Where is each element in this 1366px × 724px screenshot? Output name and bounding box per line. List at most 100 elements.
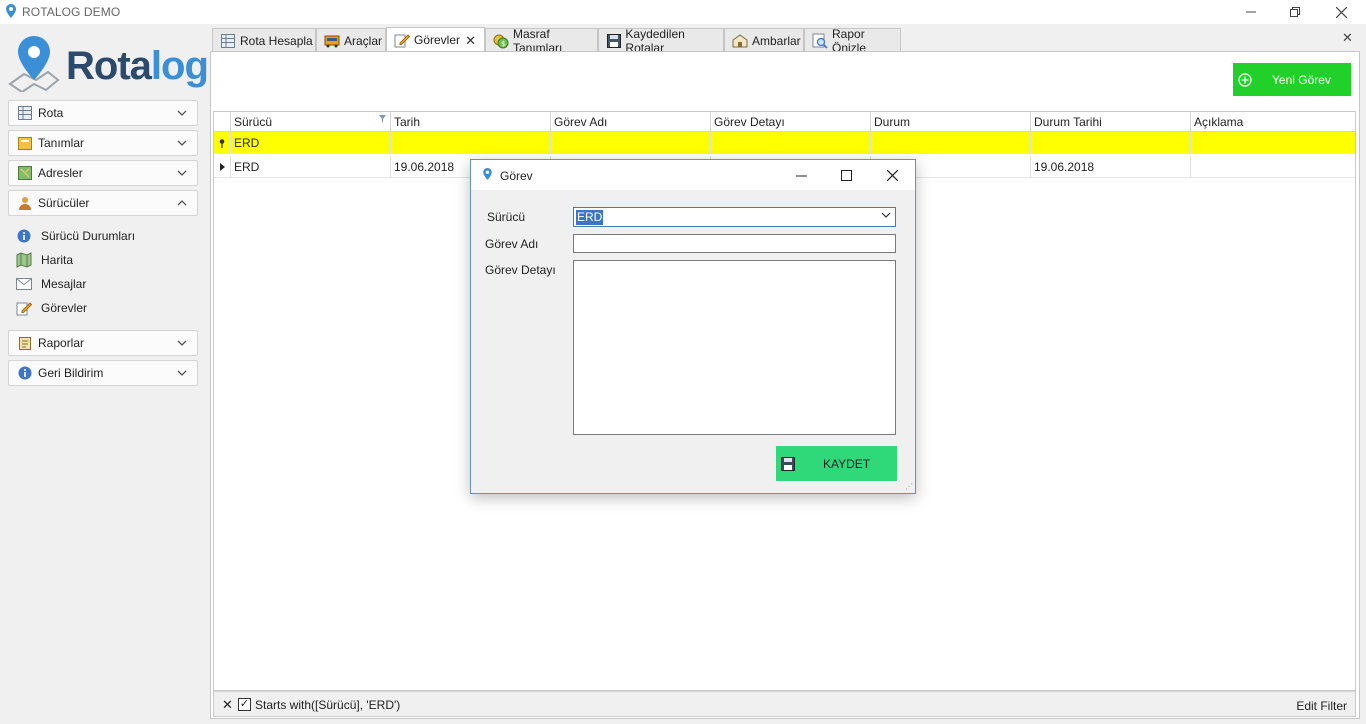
nav-group-raporlar[interactable]: Raporlar	[8, 330, 198, 356]
column-header-durum[interactable]: Durum	[870, 112, 1030, 132]
chevron-down-icon	[175, 366, 189, 380]
filter-panel: ✕ ✓ Starts with([Sürücü], 'ERD') Edit Fi…	[213, 691, 1356, 717]
nav-group-tanimlar[interactable]: Tanımlar	[8, 130, 198, 156]
tab-masraf-tanimlari[interactable]: $ Masraf Tanımları	[485, 27, 598, 55]
dialog-minimize-button[interactable]	[792, 166, 810, 184]
logo-pin-icon	[8, 36, 60, 92]
sidebar-item-label: Mesajlar	[41, 277, 87, 291]
new-task-button[interactable]: Yeni Görev	[1233, 63, 1351, 96]
task-name-input[interactable]	[573, 234, 896, 253]
money-icon: $	[493, 33, 509, 49]
tab-rota-hesapla[interactable]: Rota Hesapla	[212, 28, 316, 52]
dialog-close-button[interactable]	[883, 166, 901, 184]
driver-select-value: ERD	[576, 209, 604, 225]
close-icon	[886, 169, 898, 181]
filter-cell-gorev-detayi[interactable]	[710, 132, 870, 154]
sidebar-item-surucu-durumlari[interactable]: Sürücü Durumları	[16, 226, 135, 246]
table-icon	[18, 106, 32, 120]
nav-group-label: Geri Bildirim	[38, 366, 104, 380]
svg-text:$: $	[501, 40, 505, 48]
chevron-down-icon	[175, 136, 189, 150]
dialog-title: Görev	[500, 169, 533, 183]
window-title-bar: ROTALOG DEMO	[0, 0, 1366, 24]
column-header-tarih[interactable]: Tarih	[390, 112, 550, 132]
column-header-surucu[interactable]: Sürücü	[230, 112, 390, 132]
task-detail-textarea[interactable]	[573, 260, 896, 435]
tab-label: Görevler	[414, 33, 461, 47]
filter-expression[interactable]: Starts with([Sürücü], 'ERD')	[255, 698, 400, 712]
column-header-label: Tarih	[394, 115, 421, 129]
task-name-label: Görev Adı	[485, 237, 539, 251]
sidebar-item-label: Görevler	[41, 301, 88, 315]
close-panel-icon[interactable]: ✕	[1342, 30, 1353, 46]
filter-enabled-checkbox[interactable]: ✓	[238, 698, 251, 711]
tab-ambarlar[interactable]: Ambarlar	[724, 28, 804, 52]
floppy-disk-icon	[781, 456, 795, 471]
logo-text-dark: Rota	[66, 44, 152, 88]
tab-rapor-onizle[interactable]: Rapor Önizle	[804, 27, 901, 55]
resize-grip-icon[interactable]: ⋰	[905, 482, 913, 491]
save-button[interactable]: KAYDET	[776, 446, 897, 481]
add-circle-icon	[1238, 72, 1252, 87]
edit-filter-link[interactable]: Edit Filter	[1296, 699, 1347, 713]
info-icon	[16, 228, 32, 244]
column-header-aciklama[interactable]: Açıklama	[1190, 112, 1355, 132]
map-icon	[18, 166, 32, 180]
close-button[interactable]	[1318, 0, 1364, 24]
filter-cell-durum[interactable]	[870, 132, 1030, 154]
row-indicator-header	[214, 112, 230, 132]
filter-cell-gorev-adi[interactable]	[550, 132, 710, 154]
column-header-label: Durum Tarihi	[1034, 115, 1102, 129]
column-header-label: Durum	[874, 115, 911, 129]
nav-group-suruculer[interactable]: Sürücüler	[8, 190, 198, 216]
nav-group-rota[interactable]: Rota	[8, 100, 198, 126]
column-header-gorev-detayi[interactable]: Görev Detayı	[710, 112, 870, 132]
chevron-down-icon	[175, 166, 189, 180]
row-indicator	[214, 156, 230, 178]
new-task-label: Yeni Görev	[1272, 72, 1331, 87]
dialog-maximize-button[interactable]	[837, 166, 855, 184]
save-icon	[606, 33, 621, 49]
tab-kaydedilen-rotalar[interactable]: Kaydedilen Rotalar	[598, 27, 724, 55]
tab-gorevler[interactable]: Görevler ✕	[386, 27, 485, 52]
driver-select[interactable]: ERD	[573, 207, 896, 227]
filter-icon[interactable]	[379, 115, 386, 125]
dialog-title-bar: Görev	[471, 160, 915, 190]
filter-cell-tarih[interactable]	[390, 132, 550, 154]
cell-durum-tarihi[interactable]: 19.06.2018	[1030, 156, 1190, 178]
close-tab-icon[interactable]: ✕	[465, 33, 476, 49]
column-header-label: Görev Detayı	[714, 115, 785, 129]
nav-group-label: Adresler	[38, 166, 83, 180]
filter-cell-durum-tarihi[interactable]	[1030, 132, 1190, 154]
minimize-icon	[795, 175, 807, 176]
task-dialog: Görev Sürücü ERD Görev Adı Görev Detayı …	[470, 159, 916, 494]
cell-aciklama[interactable]	[1190, 156, 1355, 178]
auto-filter-row[interactable]: ERD	[214, 132, 1355, 154]
tab-label: Araçlar	[344, 33, 383, 48]
filter-cell-aciklama[interactable]	[1190, 132, 1355, 154]
column-header-durum-tarihi[interactable]: Durum Tarihi	[1030, 112, 1190, 132]
column-header-gorev-adi[interactable]: Görev Adı	[550, 112, 710, 132]
report-icon	[18, 336, 32, 350]
nav-group-adresler[interactable]: Adresler	[8, 160, 198, 186]
chevron-down-icon	[881, 210, 891, 221]
restore-button[interactable]	[1272, 0, 1318, 24]
user-icon	[18, 196, 32, 210]
tab-araclar[interactable]: Araçlar	[316, 28, 386, 52]
filter-cell-surucu[interactable]: ERD	[230, 132, 390, 154]
logo-text-accent: log	[150, 44, 209, 88]
sidebar-item-harita[interactable]: Harita	[16, 250, 73, 270]
minimize-button[interactable]	[1228, 0, 1274, 24]
clear-filter-icon[interactable]: ✕	[222, 697, 233, 713]
sidebar: Rotalog Rota Tanımlar Adresler Sürücüler…	[0, 24, 209, 724]
driver-label: Sürücü	[487, 210, 526, 224]
filter-row-indicator	[214, 132, 230, 154]
nav-group-geri-bildirim[interactable]: Geri Bildirim	[8, 360, 198, 386]
sidebar-item-mesajlar[interactable]: Mesajlar	[16, 274, 86, 294]
nav-group-label: Sürücüler	[38, 196, 90, 210]
map-icon	[16, 252, 32, 268]
nav-group-label: Rota	[38, 106, 64, 120]
cell-surucu[interactable]: ERD	[230, 156, 390, 178]
sidebar-item-gorevler[interactable]: Görevler	[16, 298, 87, 318]
nav-group-label: Tanımlar	[38, 136, 85, 150]
